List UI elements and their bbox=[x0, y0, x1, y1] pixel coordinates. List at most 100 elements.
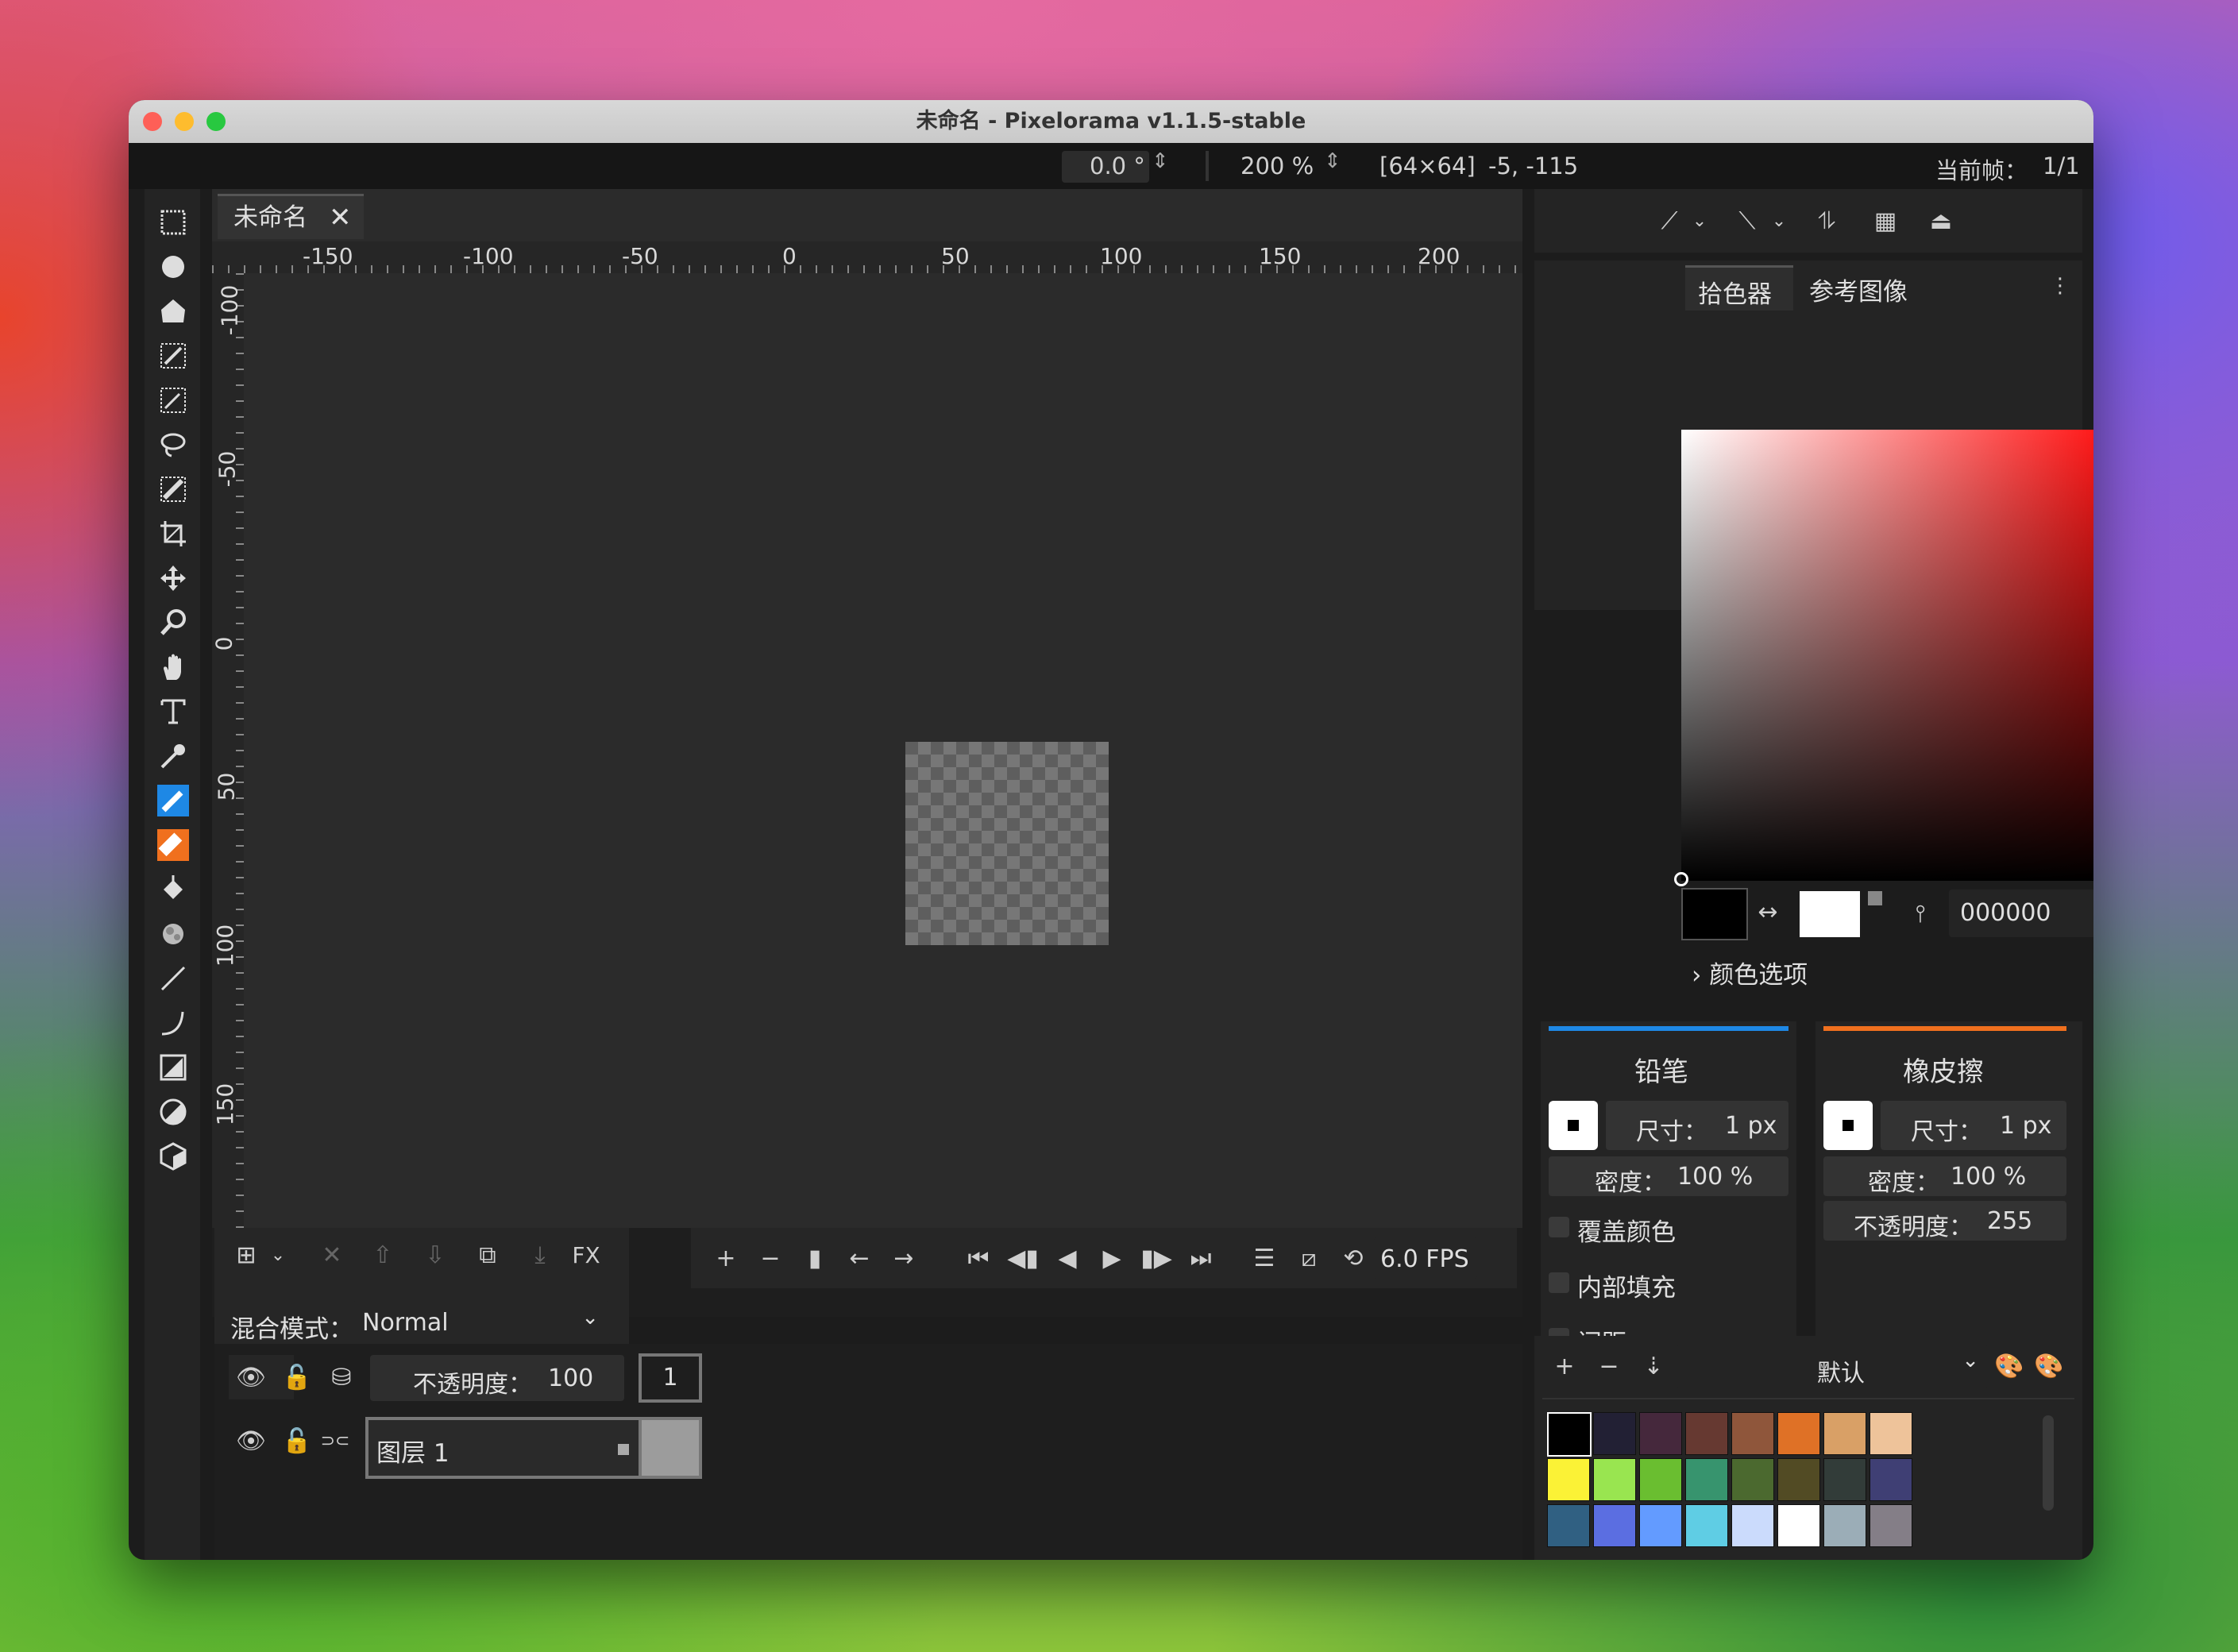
clone-layer-icon[interactable]: ⧉ bbox=[470, 1237, 505, 1272]
palette-menu-icon[interactable]: ⇣ bbox=[1636, 1349, 1671, 1384]
pencil-icon[interactable] bbox=[157, 785, 189, 816]
fps-field[interactable]: 6.0 FPS bbox=[1374, 1237, 1477, 1279]
palette-swatch[interactable] bbox=[1823, 1458, 1866, 1501]
first-frame-icon[interactable]: ⏮ bbox=[961, 1241, 996, 1276]
move-layer-down-icon[interactable]: ⇩ bbox=[418, 1237, 453, 1272]
palette-swatch[interactable] bbox=[1777, 1412, 1820, 1455]
rectangle-icon[interactable] bbox=[157, 1052, 189, 1083]
link-icon[interactable]: ⊃⊂ bbox=[318, 1423, 353, 1458]
eye-icon[interactable]: 👁 bbox=[233, 1423, 268, 1458]
color-options-toggle[interactable]: › 颜色选项 bbox=[1692, 955, 1808, 990]
cel-thumbnail[interactable] bbox=[639, 1417, 702, 1479]
palette-swatch[interactable] bbox=[1593, 1458, 1636, 1501]
palette-swatch[interactable] bbox=[1731, 1458, 1774, 1501]
line-icon[interactable] bbox=[157, 963, 189, 994]
overwrite-color-checkbox[interactable] bbox=[1549, 1217, 1569, 1237]
move-icon[interactable] bbox=[157, 562, 189, 594]
curve-icon[interactable] bbox=[157, 1007, 189, 1039]
edit-palette-icon[interactable]: 🎨 bbox=[1992, 1349, 2027, 1384]
rotation-spinner-icon[interactable]: ⇕ bbox=[1152, 149, 1169, 173]
layer-fx-button[interactable]: FX bbox=[569, 1237, 604, 1272]
move-frame-left-icon[interactable]: ← bbox=[842, 1241, 877, 1276]
mirror-vertical-icon[interactable]: ⟍ bbox=[1730, 203, 1765, 238]
palette-swatch[interactable] bbox=[1685, 1458, 1728, 1501]
palette-scrollbar[interactable] bbox=[2043, 1415, 2054, 1511]
tab-color-picker[interactable]: 拾色器 bbox=[1685, 265, 1793, 311]
rectangle-select-icon[interactable] bbox=[157, 206, 189, 238]
pixel-perfect-icon[interactable]: ⥮ bbox=[1809, 203, 1844, 238]
last-frame-icon[interactable]: ⏭ bbox=[1183, 1241, 1218, 1276]
play-backwards-icon[interactable]: ◀▮ bbox=[1005, 1241, 1040, 1276]
add-frame-icon[interactable]: + bbox=[708, 1241, 743, 1276]
palette-swatch[interactable] bbox=[1870, 1458, 1912, 1501]
next-frame-icon[interactable]: ▮▶ bbox=[1139, 1241, 1174, 1276]
secondary-color-swatch[interactable] bbox=[1800, 891, 1860, 937]
ellipse-icon[interactable] bbox=[157, 1096, 189, 1128]
move-frame-right-icon[interactable]: → bbox=[886, 1241, 921, 1276]
eraser-size-field[interactable]: 尺寸： 1 px bbox=[1881, 1101, 2066, 1150]
add-layer-icon[interactable]: ⊞ bbox=[229, 1237, 264, 1272]
clipping-mask-icon[interactable]: ⛁ bbox=[324, 1360, 359, 1395]
zoom-spinner-icon[interactable]: ⇕ bbox=[1324, 149, 1341, 173]
palette-swatch[interactable] bbox=[1777, 1504, 1820, 1547]
palette-swatch[interactable] bbox=[1870, 1412, 1912, 1455]
eraser-opacity-field[interactable]: 不透明度： 255 bbox=[1823, 1201, 2066, 1241]
hex-input[interactable]: 000000 bbox=[1949, 890, 2093, 937]
palette-swatch[interactable] bbox=[1593, 1504, 1636, 1547]
palette-swatch[interactable] bbox=[1731, 1504, 1774, 1547]
3d-shape-icon[interactable] bbox=[157, 1141, 189, 1172]
lock-icon[interactable]: 🔓 bbox=[280, 1360, 314, 1395]
previous-frame-icon[interactable]: ◀ bbox=[1050, 1241, 1085, 1276]
eraser-icon[interactable] bbox=[157, 829, 189, 861]
bucket-icon[interactable] bbox=[157, 874, 189, 905]
add-color-icon[interactable]: + bbox=[1547, 1349, 1582, 1384]
move-layer-up-icon[interactable]: ⇧ bbox=[365, 1237, 400, 1272]
palette-swatch[interactable] bbox=[1639, 1458, 1682, 1501]
palette-swatch[interactable] bbox=[1777, 1458, 1820, 1501]
onion-skin-icon[interactable]: ⧄ bbox=[1291, 1241, 1326, 1276]
pixel-canvas[interactable] bbox=[905, 742, 1109, 945]
saturation-value-picker[interactable] bbox=[1681, 430, 2093, 881]
eye-icon[interactable]: 👁 bbox=[233, 1360, 268, 1395]
color-cursor[interactable] bbox=[1674, 872, 1688, 886]
palette-swatch[interactable] bbox=[1547, 1412, 1592, 1457]
new-palette-icon[interactable]: 🎨 bbox=[2032, 1349, 2066, 1384]
chevron-down-icon[interactable]: ⌄ bbox=[260, 1237, 295, 1272]
palette-swatch[interactable] bbox=[1547, 1504, 1590, 1547]
timeline-settings-icon[interactable]: ☰ bbox=[1247, 1241, 1282, 1276]
ellipse-select-icon[interactable] bbox=[157, 251, 189, 283]
default-colors-icon[interactable] bbox=[1868, 891, 1882, 905]
pencil-size-field[interactable]: 尺寸： 1 px bbox=[1606, 1101, 1788, 1150]
remove-frame-icon[interactable]: − bbox=[753, 1241, 788, 1276]
clone-frame-icon[interactable]: ▮ bbox=[797, 1241, 832, 1276]
blend-mode-select[interactable]: Normal ⌄ bbox=[353, 1301, 610, 1345]
pan-hand-icon[interactable] bbox=[157, 651, 189, 683]
play-icon[interactable]: ▶ bbox=[1094, 1241, 1129, 1276]
canvas-viewport[interactable] bbox=[212, 189, 1522, 1317]
palette-swatch[interactable] bbox=[1685, 1412, 1728, 1455]
shading-icon[interactable] bbox=[157, 918, 189, 950]
palette-swatch[interactable] bbox=[1593, 1412, 1636, 1455]
palette-swatch[interactable] bbox=[1639, 1504, 1682, 1547]
color-select-icon[interactable] bbox=[157, 340, 189, 372]
tab-untitled[interactable]: 未命名 ✕ bbox=[218, 194, 364, 239]
tab-reference-image[interactable]: 参考图像 bbox=[1796, 265, 1916, 308]
more-options-icon[interactable]: ⋮ bbox=[2043, 268, 2078, 303]
paint-select-icon[interactable] bbox=[157, 473, 189, 505]
palette-swatch[interactable] bbox=[1731, 1412, 1774, 1455]
loop-icon[interactable]: ⟲ bbox=[1336, 1241, 1371, 1276]
lock-icon[interactable]: 🔓 bbox=[280, 1423, 314, 1458]
polygon-select-icon[interactable] bbox=[157, 295, 189, 327]
remove-color-icon[interactable]: − bbox=[1592, 1349, 1626, 1384]
zoom-icon[interactable] bbox=[157, 607, 189, 639]
palette-swatch[interactable] bbox=[1823, 1504, 1866, 1547]
eraser-density-field[interactable]: 密度： 100 % bbox=[1823, 1156, 2066, 1197]
layer-opacity-field[interactable]: 不透明度： 100 bbox=[370, 1355, 624, 1401]
chevron-down-icon[interactable]: ⌄ bbox=[1761, 203, 1796, 238]
color-picker-icon[interactable] bbox=[157, 740, 189, 772]
primary-color-swatch[interactable] bbox=[1681, 888, 1748, 940]
text-icon[interactable] bbox=[157, 696, 189, 728]
palette-swatch[interactable] bbox=[1870, 1504, 1912, 1547]
pencil-density-field[interactable]: 密度： 100 % bbox=[1549, 1156, 1788, 1197]
eraser-brush-button[interactable] bbox=[1823, 1101, 1873, 1150]
